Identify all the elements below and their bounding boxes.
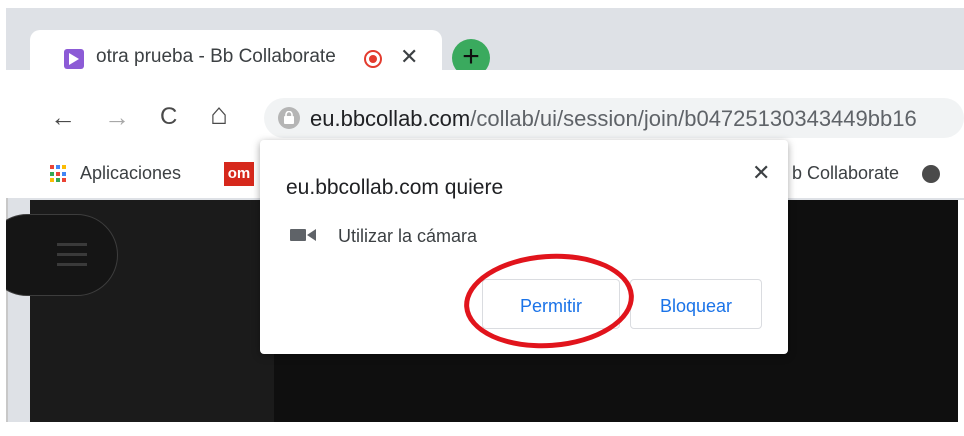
screen-clip: otra prueba - Bb Collaborate ✕ + ← → C ⌂…: [6, 8, 964, 436]
apps-grid-icon: [50, 165, 68, 183]
menu-bar: [57, 263, 87, 266]
bottom-margin: [6, 422, 964, 436]
bookmark-apps[interactable]: Aplicaciones: [80, 163, 181, 184]
camera-icon: [290, 229, 316, 241]
popup-title: eu.bbcollab.com quiere: [286, 176, 504, 199]
tab-title: otra prueba - Bb Collaborate: [96, 46, 336, 67]
bb-collaborate-icon: [64, 49, 84, 69]
globe-icon: [922, 165, 940, 183]
forward-arrow-icon[interactable]: →: [104, 102, 130, 132]
back-arrow-icon[interactable]: ←: [50, 102, 76, 132]
bookmark-om[interactable]: om: [224, 162, 254, 186]
url-path: /collab/ui/session/join/b04725130343449b…: [470, 106, 917, 131]
url-text[interactable]: eu.bbcollab.com/collab/ui/session/join/b…: [310, 106, 917, 132]
permission-label: Utilizar la cámara: [338, 226, 478, 246]
recording-icon: [364, 50, 382, 68]
url-host: eu.bbcollab.com: [310, 106, 471, 131]
session-menu-button[interactable]: [6, 214, 118, 296]
right-edge: [958, 200, 964, 422]
lock-icon[interactable]: [278, 107, 300, 129]
menu-bar: [57, 253, 87, 256]
block-button[interactable]: Bloquear: [630, 279, 762, 329]
reload-icon[interactable]: C: [160, 102, 177, 132]
popup-close-icon[interactable]: ✕: [752, 160, 770, 186]
bookmark-bb-collaborate[interactable]: b Collaborate: [792, 163, 899, 184]
tab-close-icon[interactable]: ✕: [400, 44, 418, 70]
home-icon[interactable]: ⌂: [210, 100, 228, 130]
menu-bar: [57, 243, 87, 246]
